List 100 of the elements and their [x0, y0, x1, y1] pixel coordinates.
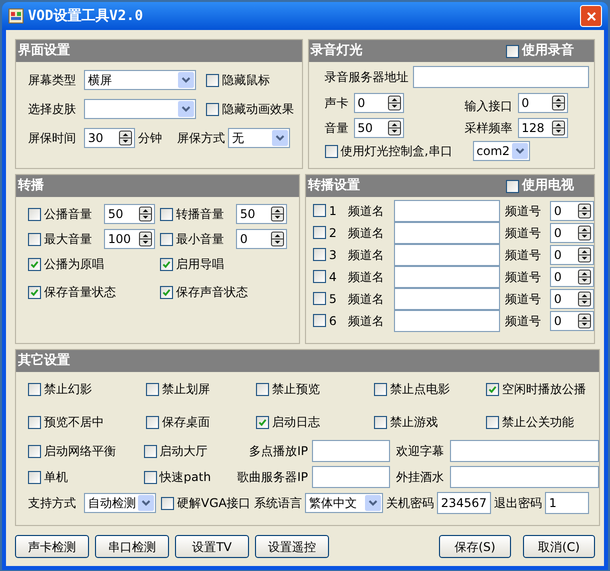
dropdown-field[interactable]: com2 — [472, 141, 530, 161]
text-field[interactable]: 234567 — [437, 492, 491, 514]
checkbox[interactable] — [160, 232, 173, 246]
text-field[interactable] — [450, 440, 599, 462]
spin-field[interactable]: 0 — [550, 310, 594, 330]
checkbox[interactable] — [28, 444, 41, 458]
checkbox[interactable] — [256, 382, 269, 396]
dialog-button[interactable]: 取消(C) — [523, 535, 595, 558]
text-field[interactable]: 1 — [545, 492, 589, 514]
checkbox[interactable] — [486, 382, 499, 396]
checkbox[interactable] — [313, 270, 326, 283]
spinner-icon[interactable] — [271, 231, 284, 247]
spin-field[interactable]: 50 — [236, 204, 287, 224]
checkbox[interactable] — [313, 292, 326, 305]
checkbox-label: 禁止点电影 — [390, 381, 450, 398]
checkbox[interactable] — [146, 416, 159, 428]
checkbox-label: 禁止预览 — [272, 381, 320, 398]
field-label: 屏幕类型 — [28, 72, 77, 89]
dialog-button[interactable]: 保存(S) — [439, 535, 511, 558]
checkbox[interactable] — [506, 180, 519, 192]
dialog-button[interactable]: 设置遥控 — [255, 535, 329, 558]
spin-field[interactable]: 0 — [550, 266, 594, 286]
checkbox[interactable] — [313, 204, 326, 217]
checkbox[interactable] — [313, 314, 326, 327]
checkbox[interactable] — [28, 258, 41, 270]
checkbox[interactable] — [28, 232, 41, 246]
field-label: 输入接口 — [464, 98, 514, 115]
checkbox[interactable] — [161, 496, 174, 510]
spin-field[interactable]: 0 — [550, 288, 594, 308]
app-icon — [8, 8, 24, 24]
checkbox[interactable] — [256, 416, 269, 428]
close-button[interactable] — [580, 5, 602, 27]
spinner-icon[interactable] — [578, 224, 591, 240]
dropdown-field[interactable]: 自动检测 — [84, 493, 156, 513]
spinner-icon[interactable] — [578, 312, 591, 328]
field-label: 屏保方式 — [177, 130, 225, 147]
text-field[interactable] — [312, 466, 390, 488]
spinner-icon[interactable] — [578, 246, 591, 262]
checkbox[interactable] — [313, 248, 326, 261]
checkbox[interactable] — [28, 286, 41, 298]
checkbox[interactable] — [160, 286, 173, 298]
text-field[interactable] — [394, 288, 500, 310]
checkbox[interactable] — [144, 470, 157, 484]
checkbox[interactable] — [206, 102, 219, 116]
dropdown-field[interactable] — [84, 99, 196, 119]
checkbox[interactable] — [28, 470, 41, 484]
checkbox[interactable] — [160, 258, 173, 270]
checkbox[interactable] — [374, 382, 387, 396]
spin-field[interactable]: 100 — [104, 229, 155, 249]
dialog-button[interactable]: 设置TV — [175, 535, 249, 558]
checkbox[interactable] — [313, 226, 326, 239]
spin-field[interactable]: 50 — [354, 118, 404, 138]
checkbox[interactable] — [146, 382, 159, 396]
spin-field[interactable]: 0 — [550, 200, 594, 220]
spinner-icon[interactable] — [388, 120, 400, 136]
text-field[interactable] — [394, 200, 500, 222]
spinner-icon[interactable] — [552, 120, 564, 136]
spinner-icon[interactable] — [139, 231, 152, 247]
checkbox[interactable] — [28, 382, 41, 396]
spinner-icon[interactable] — [578, 202, 591, 218]
spin-field[interactable]: 0 — [550, 244, 594, 264]
spinner-icon[interactable] — [119, 130, 132, 146]
checkbox[interactable] — [160, 208, 173, 220]
spin-field[interactable]: 128 — [518, 118, 568, 138]
checkbox[interactable] — [506, 44, 519, 58]
dropdown-field[interactable]: 横屏 — [84, 70, 196, 90]
checkbox[interactable] — [324, 144, 338, 158]
spinner-icon[interactable] — [271, 206, 284, 222]
spinner-icon[interactable] — [578, 290, 591, 306]
dropdown-field[interactable]: 无 — [228, 128, 290, 148]
checkbox[interactable] — [374, 416, 387, 428]
checkbox[interactable] — [28, 416, 41, 428]
spinner-icon[interactable] — [388, 95, 400, 111]
text-field[interactable] — [394, 266, 500, 288]
text-field[interactable] — [394, 244, 500, 266]
spin-field[interactable]: 0 — [354, 93, 404, 113]
checkbox-label: 5 — [329, 290, 337, 308]
checkbox[interactable] — [486, 416, 499, 428]
spin-field[interactable]: 0 — [550, 222, 594, 242]
spinner-icon[interactable] — [139, 206, 152, 222]
spin-field[interactable]: 30 — [84, 128, 135, 148]
checkbox[interactable] — [28, 208, 41, 220]
text-field[interactable] — [394, 222, 500, 244]
spin-field[interactable]: 0 — [518, 93, 568, 113]
text-field[interactable] — [312, 440, 390, 462]
spin-field[interactable]: 50 — [104, 204, 155, 224]
text-field[interactable] — [412, 66, 588, 88]
panel-title: 其它设置 — [18, 352, 70, 370]
checkbox[interactable] — [206, 74, 219, 86]
spinner-icon[interactable] — [552, 95, 564, 111]
spin-field[interactable]: 0 — [236, 229, 287, 249]
dialog-button[interactable]: 串口检测 — [95, 535, 169, 558]
checkbox[interactable] — [144, 444, 157, 458]
text-field[interactable] — [394, 310, 500, 332]
dialog-button[interactable]: 声卡检测 — [15, 535, 89, 558]
spinner-icon[interactable] — [578, 268, 591, 284]
text-field[interactable] — [450, 466, 599, 488]
checkbox-label: 使用录音 — [522, 42, 574, 60]
field-label: 退出密码 — [494, 495, 542, 512]
dropdown-field[interactable]: 繁体中文 — [305, 493, 383, 513]
